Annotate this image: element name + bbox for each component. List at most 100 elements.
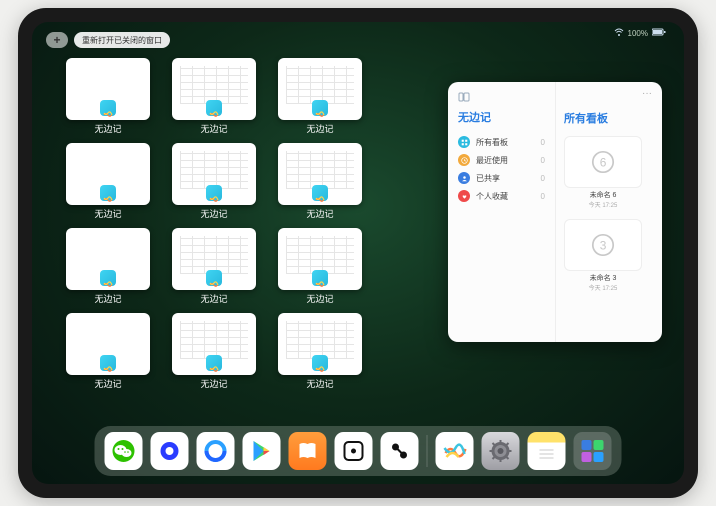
board-thumbnail: 6 <box>564 136 642 188</box>
freeform-app-icon <box>103 360 113 368</box>
window-label: 无边记 <box>200 292 227 305</box>
window-card[interactable]: 无边记 <box>278 228 362 305</box>
window-label: 无边记 <box>94 207 121 220</box>
dock-dice-icon[interactable] <box>335 432 373 470</box>
freeform-app-icon <box>103 105 113 113</box>
dock-camera-connect-icon[interactable] <box>381 432 419 470</box>
dock-app-library-icon[interactable] <box>574 432 612 470</box>
dock-qqbrowser-icon[interactable] <box>197 432 235 470</box>
window-card[interactable]: 无边记 <box>278 143 362 220</box>
sidebar-app-title: 无边记 <box>458 109 545 125</box>
window-label: 无边记 <box>94 377 121 390</box>
sidebar-item-label: 所有看板 <box>476 137 508 148</box>
sidebar-app-icon <box>458 92 545 105</box>
sidebar-item-count: 0 <box>541 156 545 165</box>
window-card[interactable]: 无边记 <box>172 143 256 220</box>
new-window-button[interactable]: + <box>46 32 68 48</box>
sidebar-item-label: 已共享 <box>476 173 500 184</box>
window-card[interactable]: 无边记 <box>172 313 256 390</box>
svg-text:6: 6 <box>600 155 607 169</box>
sidebar-left: 无边记 所有看板 0 最近使用 0 已共享 0 个人收藏 0 <box>448 82 556 342</box>
window-card[interactable]: 无边记 <box>66 58 150 135</box>
window-thumbnail <box>66 313 150 375</box>
sidebar-item-count: 0 <box>541 174 545 183</box>
window-card[interactable]: 无边记 <box>66 228 150 305</box>
window-label: 无边记 <box>200 377 227 390</box>
dock-separator <box>427 435 428 467</box>
battery-text: 100% <box>628 29 648 38</box>
board-meta: 今天 17:25 <box>564 283 642 292</box>
status-bar: 100% <box>614 28 666 38</box>
window-label: 无边记 <box>306 122 333 135</box>
window-card[interactable]: 无边记 <box>278 313 362 390</box>
window-label: 无边记 <box>200 207 227 220</box>
sidebar-right: ··· 所有看板 6未命名 6今天 17:253未命名 3今天 17:25 <box>556 82 662 342</box>
window-label: 无边记 <box>94 122 121 135</box>
window-card[interactable]: 无边记 <box>66 143 150 220</box>
freeform-sidebar-window[interactable]: 无边记 所有看板0最近使用0已共享0个人收藏0 ··· 所有看板 6未命名 6今… <box>448 82 662 342</box>
sidebar-item-count: 0 <box>541 138 545 147</box>
window-label: 无边记 <box>306 292 333 305</box>
sidebar-item-label: 个人收藏 <box>476 191 508 202</box>
window-thumbnail <box>278 58 362 120</box>
sidebar-item-heart[interactable]: 个人收藏 0 <box>458 187 545 205</box>
window-thumbnail <box>66 143 150 205</box>
window-thumbnail <box>66 228 150 290</box>
freeform-app-icon <box>315 105 325 113</box>
window-label: 无边记 <box>306 207 333 220</box>
board-card[interactable]: 3 未命名 3今天 17:25 <box>564 219 642 292</box>
ipad-frame: 100% + 重新打开已关闭的窗口 无边记无边记无边记无边记无边记无边记无边记无… <box>18 8 698 498</box>
sidebar-item-clock[interactable]: 最近使用 0 <box>458 151 545 169</box>
freeform-app-icon <box>315 360 325 368</box>
freeform-app-icon <box>209 275 219 283</box>
window-thumbnail <box>66 58 150 120</box>
window-label: 无边记 <box>94 292 121 305</box>
wifi-icon <box>614 28 624 38</box>
window-thumbnail <box>172 58 256 120</box>
more-icon[interactable]: ··· <box>642 88 652 99</box>
dock-quark-icon[interactable] <box>151 432 189 470</box>
dock-freeform-icon[interactable] <box>436 432 474 470</box>
window-card[interactable]: 无边记 <box>172 58 256 135</box>
plus-icon: + <box>53 33 60 47</box>
window-thumbnail <box>172 228 256 290</box>
dock-books-icon[interactable] <box>289 432 327 470</box>
window-card[interactable]: 无边记 <box>278 58 362 135</box>
freeform-app-icon <box>103 190 113 198</box>
dock-settings-icon[interactable] <box>482 432 520 470</box>
window-thumbnail <box>278 228 362 290</box>
sidebar-item-label: 最近使用 <box>476 155 508 166</box>
sidebar-item-grid[interactable]: 所有看板 0 <box>458 133 545 151</box>
window-thumbnail <box>278 143 362 205</box>
window-thumbnail <box>278 313 362 375</box>
window-card[interactable]: 无边记 <box>66 313 150 390</box>
freeform-app-icon <box>209 105 219 113</box>
battery-icon <box>652 28 666 38</box>
freeform-app-icon <box>315 275 325 283</box>
dock <box>95 426 622 476</box>
heart-icon <box>458 190 470 202</box>
dock-play-icon[interactable] <box>243 432 281 470</box>
board-label: 未命名 6 <box>564 190 642 200</box>
freeform-app-icon <box>315 190 325 198</box>
window-thumbnail <box>172 143 256 205</box>
board-meta: 今天 17:25 <box>564 200 642 209</box>
dock-notes-icon[interactable] <box>528 432 566 470</box>
reopen-closed-window-button[interactable]: 重新打开已关闭的窗口 <box>74 32 170 48</box>
freeform-app-icon <box>209 360 219 368</box>
window-label: 无边记 <box>306 377 333 390</box>
board-card[interactable]: 6 未命名 6今天 17:25 <box>564 136 642 209</box>
top-controls: + 重新打开已关闭的窗口 <box>46 32 170 48</box>
sidebar-item-count: 0 <box>541 192 545 201</box>
board-thumbnail: 3 <box>564 219 642 271</box>
board-label: 未命名 3 <box>564 273 642 283</box>
svg-text:3: 3 <box>600 238 607 252</box>
dock-wechat-icon[interactable] <box>105 432 143 470</box>
freeform-app-icon <box>103 275 113 283</box>
window-card[interactable]: 无边记 <box>172 228 256 305</box>
window-label: 无边记 <box>200 122 227 135</box>
windows-grid: 无边记无边记无边记无边记无边记无边记无边记无边记无边记无边记无边记无边记 <box>66 58 468 390</box>
grid-icon <box>458 136 470 148</box>
sidebar-item-person[interactable]: 已共享 0 <box>458 169 545 187</box>
freeform-app-icon <box>209 190 219 198</box>
